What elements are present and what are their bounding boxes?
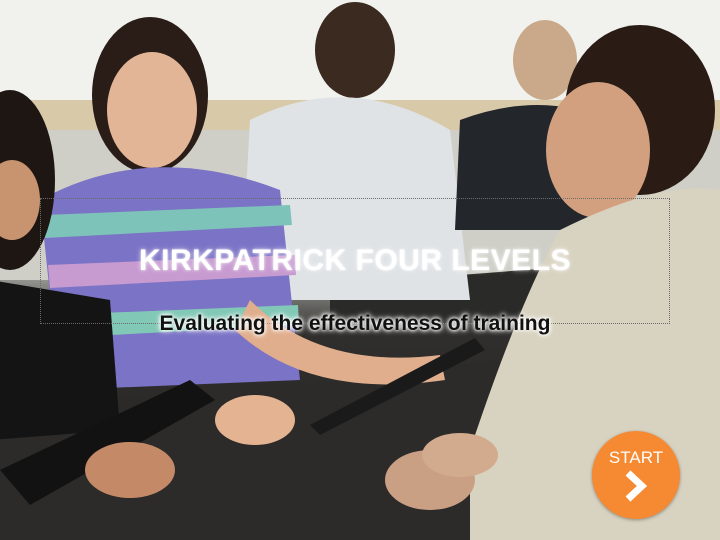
start-button[interactable]: START	[592, 431, 680, 519]
title-slide: KIRKPATRICK FOUR LEVELS Evaluating the e…	[0, 0, 720, 540]
slide-title: KIRKPATRICK FOUR LEVELS	[138, 244, 572, 277]
slide-subtitle: Evaluating the effectiveness of training	[159, 312, 551, 335]
chevron-right-icon	[625, 470, 648, 502]
start-button-label: START	[608, 448, 664, 467]
